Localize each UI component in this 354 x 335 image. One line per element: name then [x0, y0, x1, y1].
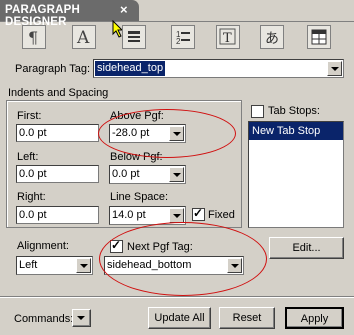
paragraph-tag-value[interactable]: sidehead_top [95, 61, 166, 76]
advanced-icon[interactable]: T [216, 25, 240, 49]
below-pgf-combo[interactable]: 0.0 pt [109, 165, 186, 184]
chevron-down-icon[interactable] [169, 126, 184, 141]
alignment-value[interactable]: Left [19, 259, 37, 271]
update-all-button[interactable]: Update All [148, 307, 211, 329]
right-label: Right: [17, 191, 46, 203]
close-icon[interactable]: × [120, 2, 128, 17]
fixed-label: Fixed [208, 209, 235, 221]
font-icon[interactable]: A [72, 25, 96, 49]
chevron-down-icon[interactable] [227, 258, 242, 273]
svg-text:¶: ¶ [28, 29, 38, 45]
right-field[interactable]: 0.0 pt [16, 206, 99, 224]
left-field[interactable]: 0.0 pt [16, 165, 99, 183]
line-space-value[interactable]: 14.0 pt [112, 209, 146, 221]
next-pgf-value[interactable]: sidehead_bottom [107, 259, 191, 271]
svg-text:2: 2 [176, 37, 181, 45]
below-pgf-value[interactable]: 0.0 pt [112, 168, 140, 180]
fixed-checkbox[interactable] [192, 206, 205, 221]
chevron-down-icon[interactable] [169, 208, 184, 223]
edit-button[interactable]: Edit... [269, 237, 344, 259]
commands-label: Commands: [14, 313, 74, 325]
below-pgf-label: Below Pgf: [110, 151, 163, 163]
commands-menu-button[interactable] [72, 309, 91, 327]
line-space-combo[interactable]: 14.0 pt [109, 206, 186, 225]
chevron-down-icon[interactable] [76, 258, 91, 273]
left-label: Left: [17, 151, 39, 163]
chevron-down-icon [74, 311, 89, 326]
line-space-label: Line Space: [110, 191, 169, 203]
alignment-combo[interactable]: Left [16, 256, 93, 275]
apply-button[interactable]: Apply [285, 307, 344, 329]
tab-stops-list[interactable]: New Tab Stop [248, 121, 344, 228]
next-pgf-checkbox[interactable] [110, 238, 123, 253]
asian-icon[interactable]: あ [260, 25, 284, 49]
paragraph-icon[interactable]: ¶ [22, 25, 46, 49]
reset-button[interactable]: Reset [219, 307, 275, 329]
above-pgf-label: Above Pgf: [110, 110, 164, 122]
above-pgf-combo[interactable]: -28.0 pt [109, 124, 186, 143]
svg-text:あ: あ [265, 30, 279, 45]
svg-text:T: T [223, 31, 232, 46]
pagination-icon[interactable] [122, 25, 146, 49]
paragraph-tag-label: Paragraph Tag: [15, 63, 91, 75]
next-pgf-label: Next Pgf Tag: [127, 241, 193, 253]
tab-stops-label: Tab Stops: [268, 105, 320, 117]
panel-tab[interactable]: PARAGRAPH DESIGNER × [0, 0, 139, 28]
divider [0, 296, 354, 298]
numbering-icon[interactable]: 12 [171, 25, 195, 49]
paragraph-tag-combo[interactable]: sidehead_top [93, 59, 344, 78]
above-pgf-value[interactable]: -28.0 pt [112, 127, 149, 139]
list-item[interactable]: New Tab Stop [249, 122, 343, 140]
table-cell-icon[interactable] [307, 25, 331, 49]
svg-text:A: A [76, 28, 90, 46]
next-pgf-combo[interactable]: sidehead_bottom [104, 256, 244, 275]
first-label: First: [17, 110, 42, 122]
chevron-down-icon[interactable] [327, 61, 342, 76]
indents-section-label: Indents and Spacing [8, 87, 109, 99]
tab-stops-checkbox[interactable] [251, 105, 264, 118]
alignment-label: Alignment: [17, 240, 69, 252]
chevron-down-icon[interactable] [169, 167, 184, 182]
first-field[interactable]: 0.0 pt [16, 124, 99, 142]
